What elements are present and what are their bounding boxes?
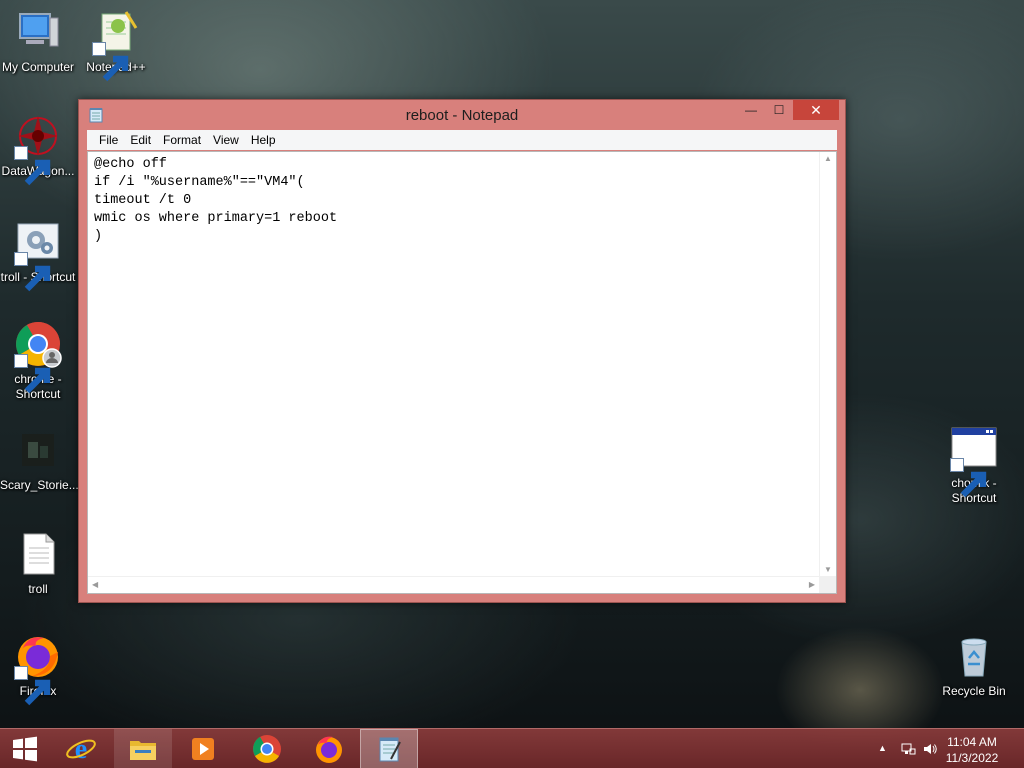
settings-gear-icon <box>14 218 62 292</box>
taskbar-media-player[interactable] <box>174 729 232 768</box>
notepad-window[interactable]: reboot - Notepad — ☐ ✕ File Edit Format … <box>78 99 846 603</box>
shortcut-arrow-icon <box>14 252 51 292</box>
desktop-icon-chrome-shortcut[interactable]: chrome - Shortcut <box>0 320 76 402</box>
clock[interactable]: 11:04 AM 11/3/2022 <box>942 734 1002 766</box>
desktop-icon-label: My Computer <box>1 60 75 74</box>
folder-icon <box>130 741 156 760</box>
taskbar-file-explorer[interactable] <box>114 729 172 768</box>
firefox-icon <box>316 736 342 763</box>
scroll-left-arrow-icon[interactable]: ◀ <box>92 580 98 589</box>
media-player-icon <box>192 738 214 760</box>
scrollbar-corner <box>819 576 836 593</box>
window-title: reboot - Notepad <box>405 107 519 124</box>
desktop-icon-troll-shortcut[interactable]: troll - Shortcut <box>0 218 76 292</box>
text-editor-area[interactable]: @echo off if /i "%username%"=="VM4"( tim… <box>87 151 837 594</box>
menu-bar: File Edit Format View Help <box>87 130 837 150</box>
shortcut-arrow-icon <box>14 354 51 394</box>
scroll-right-arrow-icon[interactable]: ▶ <box>809 580 815 589</box>
menu-format[interactable]: Format <box>157 133 207 147</box>
taskbar-notepad[interactable] <box>360 729 418 768</box>
menu-help[interactable]: Help <box>245 133 282 147</box>
desktop-icon-label: Scary_Storie... <box>0 478 79 492</box>
desktop-icon-datawagon[interactable]: DataWagon... <box>0 112 76 186</box>
desktop-icon-label: Recycle Bin <box>942 684 1006 698</box>
svg-text:e: e <box>75 734 87 765</box>
shortcut-arrow-icon <box>14 146 51 186</box>
desktop-icon-troll-file[interactable]: troll <box>0 530 76 597</box>
desktop-icon-recycle-bin[interactable]: Recycle Bin <box>936 632 1012 699</box>
computer-icon <box>14 8 62 56</box>
show-hidden-icons-arrow-icon[interactable]: ▲ <box>878 743 894 759</box>
shortcut-arrow-icon <box>14 666 51 706</box>
horizontal-scrollbar[interactable]: ◀ ▶ <box>88 576 819 593</box>
desktop-icon-scary-stories[interactable]: Scary_Storie... <box>0 426 79 493</box>
start-button[interactable] <box>0 729 50 768</box>
taskbar-internet-explorer[interactable]: e <box>52 729 110 768</box>
notepad-icon <box>379 737 401 762</box>
scroll-down-arrow-icon[interactable]: ▼ <box>824 565 832 574</box>
desktop-icon-firefox[interactable]: Firefox <box>0 632 76 706</box>
desktop-icon-my-computer[interactable]: My Computer <box>0 8 76 75</box>
desktop-icon-chomik-shortcut[interactable]: chomik - Shortcut <box>936 424 1012 506</box>
menu-edit[interactable]: Edit <box>124 133 157 147</box>
datawagon-icon <box>14 112 62 186</box>
maximize-button[interactable]: ☐ <box>765 100 793 120</box>
vertical-scrollbar[interactable]: ▲ ▼ <box>819 152 836 576</box>
editor-content[interactable]: @echo off if /i "%username%"=="VM4"( tim… <box>94 156 818 575</box>
internet-explorer-icon: e <box>66 734 96 765</box>
video-thumbnail-icon <box>14 426 62 474</box>
chrome-icon <box>14 320 62 394</box>
clock-date: 11/3/2022 <box>945 751 999 765</box>
system-tray: ▲ 11:04 AM 11/3/2022 <box>864 729 1024 768</box>
close-button[interactable]: ✕ <box>793 100 839 120</box>
scroll-up-arrow-icon[interactable]: ▲ <box>824 154 832 163</box>
firefox-icon <box>14 632 62 706</box>
minimize-button[interactable]: — <box>737 100 765 120</box>
title-bar[interactable]: reboot - Notepad — ☐ ✕ <box>79 100 845 130</box>
menu-file[interactable]: File <box>93 133 124 147</box>
taskbar: e ▲ 11:04 AM 11/3/2022 <box>0 728 1024 768</box>
desktop-icon-notepadpp[interactable]: Notepad++ <box>78 8 154 82</box>
network-icon[interactable] <box>900 741 916 757</box>
shortcut-arrow-icon <box>92 42 129 82</box>
volume-icon[interactable] <box>922 741 938 757</box>
shortcut-arrow-icon <box>950 458 987 498</box>
notepadpp-icon <box>92 8 140 82</box>
taskbar-chrome[interactable] <box>238 729 296 768</box>
clock-time: 11:04 AM <box>947 735 997 749</box>
recycle-bin-icon <box>950 632 998 680</box>
application-window-icon <box>950 424 998 498</box>
desktop-icon-label: troll <box>28 582 48 596</box>
chrome-icon <box>253 735 281 763</box>
text-file-icon <box>14 530 62 578</box>
taskbar-firefox[interactable] <box>300 729 358 768</box>
menu-view[interactable]: View <box>207 133 245 147</box>
windows-logo-icon <box>13 736 37 762</box>
